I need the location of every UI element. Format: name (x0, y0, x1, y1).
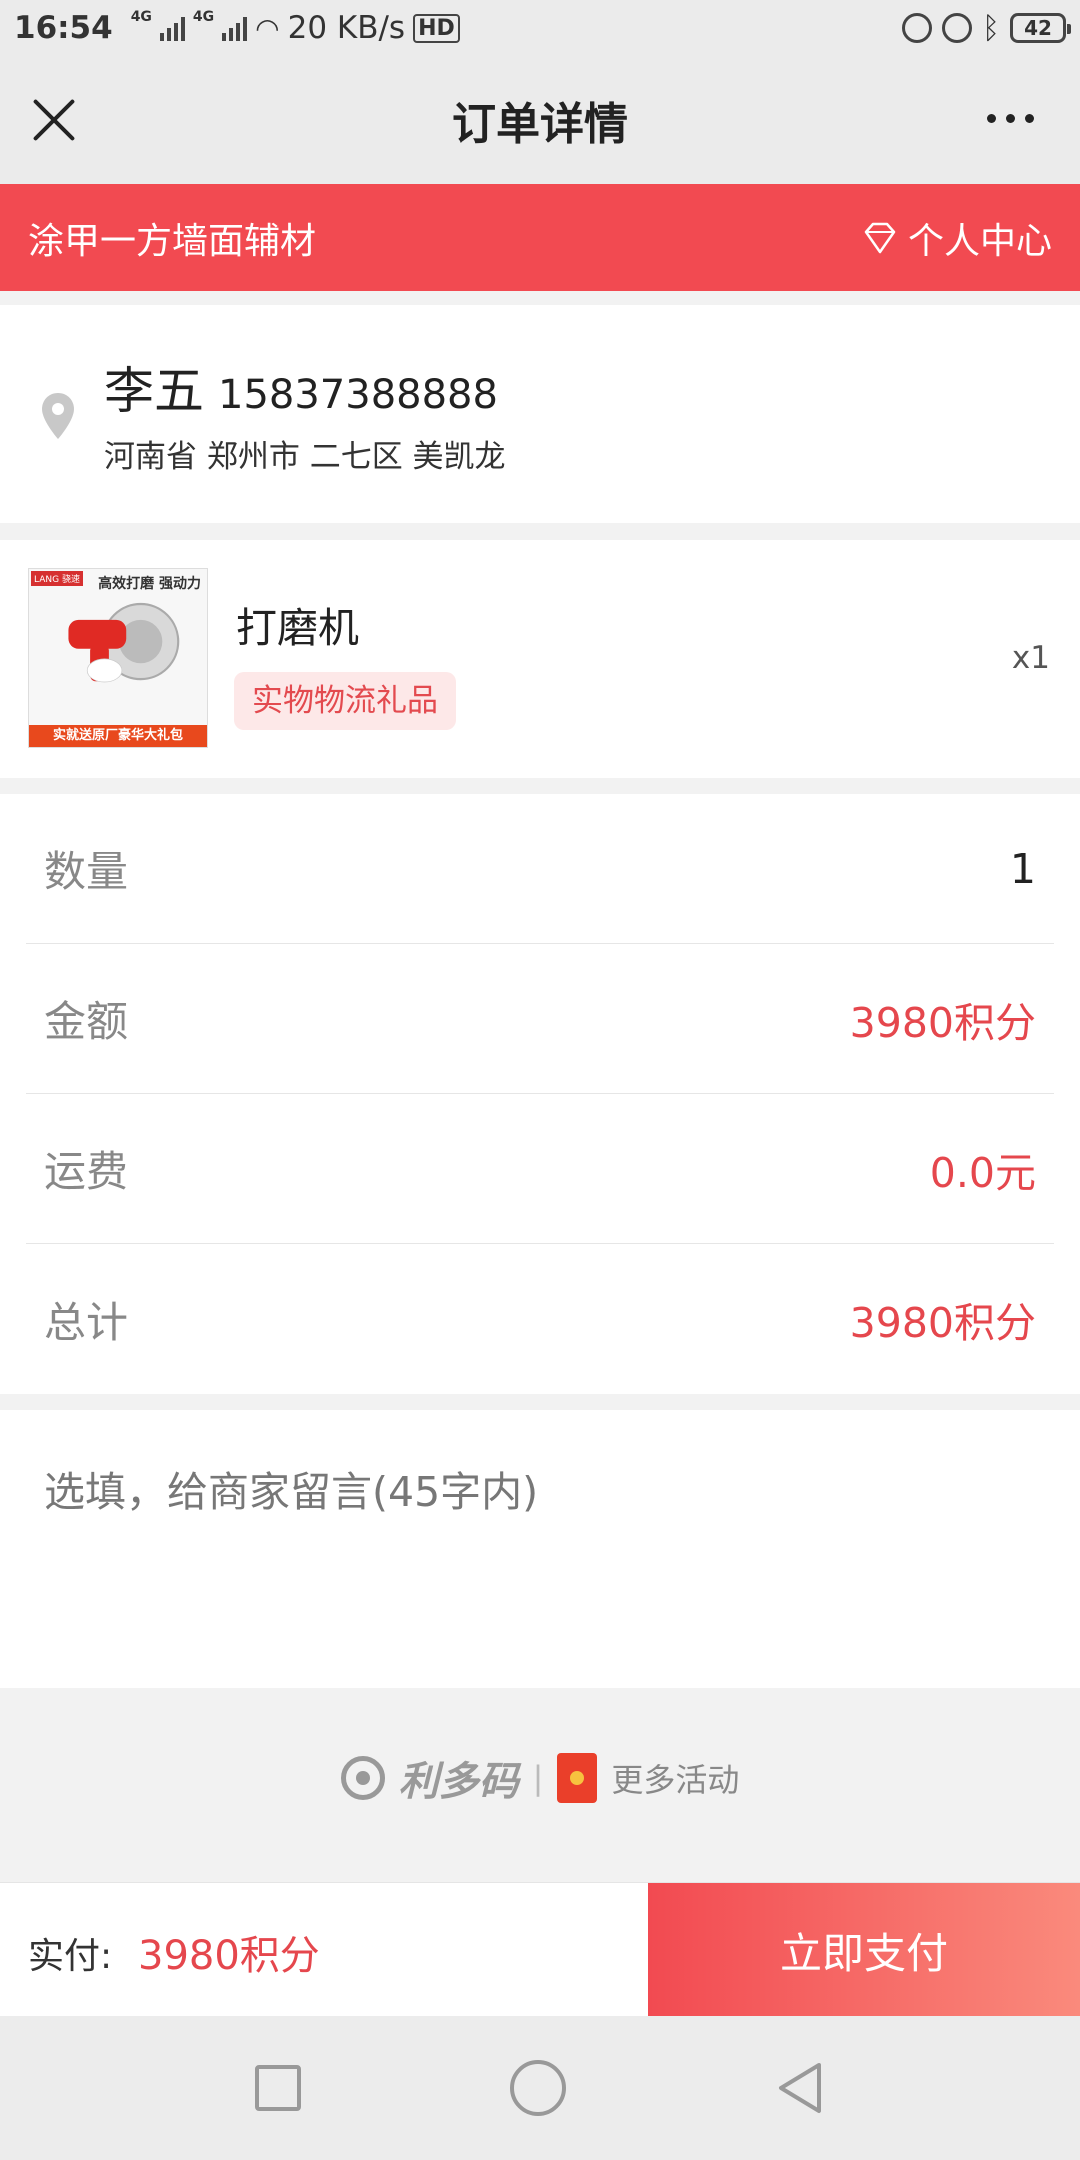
system-nav-bar (0, 2016, 1080, 2160)
remark-section (0, 1410, 1080, 1688)
more-options-icon[interactable] (987, 114, 1034, 123)
personal-center-label: 个人中心 (907, 220, 1052, 262)
brand-separator: | (532, 1759, 544, 1797)
thumb-banner: 实就送原厂豪华大礼包 (29, 725, 207, 747)
product-card[interactable]: LANG 骁速 高效打磨 强动力 实就送原厂豪华大礼包 打磨机 实物物流礼品 x… (0, 540, 1080, 778)
summary-row-amount: 金额 3980积分 (26, 944, 1054, 1094)
location-pin-icon (42, 393, 74, 439)
summary-value: 1 (1009, 844, 1036, 893)
summary-label: 金额 (44, 997, 129, 1046)
cell-signal-icon-2 (222, 15, 248, 41)
address-card[interactable]: 李五 15837388888 河南省 郑州市 二七区 美凯龙 (0, 305, 1080, 523)
red-envelope-icon[interactable] (557, 1753, 598, 1803)
summary-row-total: 总计 3980积分 (26, 1244, 1054, 1394)
signal-type-label: 4G (130, 9, 152, 25)
network-speed: 20 KB/s (287, 10, 406, 46)
diamond-icon (864, 222, 896, 253)
pay-bar: 实付: 3980积分 立即支付 (0, 1882, 1080, 2017)
product-tag: 实物物流礼品 (234, 672, 456, 730)
page-title: 订单详情 (452, 99, 628, 150)
battery-icon: 42 (1010, 13, 1071, 43)
title-bar: 订单详情 (0, 56, 1080, 184)
paid-label: 实付: (28, 1936, 113, 1977)
summary-label: 数量 (44, 847, 129, 896)
more-activities-link[interactable]: 更多活动 (611, 1755, 739, 1801)
paid-amount: 3980积分 (138, 1933, 320, 1979)
alarm-icon (942, 13, 972, 43)
summary-value: 3980积分 (849, 1299, 1036, 1347)
product-quantity: x1 (1011, 640, 1050, 676)
brand-footer: 利多码 | 更多活动 (0, 1750, 1080, 1806)
thumb-caption: 高效打磨 强动力 (98, 576, 201, 592)
product-thumbnail: LANG 骁速 高效打磨 强动力 实就送原厂豪华大礼包 (28, 568, 208, 748)
back-icon[interactable] (775, 2061, 825, 2115)
home-icon[interactable] (509, 2060, 566, 2116)
close-icon[interactable] (30, 96, 78, 144)
bluetooth-icon: ᛒ (982, 10, 1000, 46)
summary-label: 总计 (44, 1297, 129, 1347)
recipient-name: 李五 (104, 362, 204, 420)
shop-bar: 涂甲一方墙面辅材 个人中心 (0, 184, 1080, 291)
summary-row-shipping: 运费 0.0元 (26, 1094, 1054, 1244)
wifi-icon: ◠ (255, 11, 280, 45)
signal-type-label-2: 4G (192, 9, 215, 25)
order-summary: 数量 1 金额 3980积分 运费 0.0元 总计 3980积分 (0, 794, 1080, 1394)
product-name: 打磨机 (236, 604, 359, 652)
merchant-message-input[interactable] (44, 1458, 1044, 1638)
sander-image (68, 602, 180, 683)
summary-value: 0.0元 (929, 1148, 1036, 1197)
summary-label: 运费 (44, 1147, 129, 1196)
summary-row-quantity: 数量 1 (26, 794, 1054, 944)
status-right: ᛒ 42 (902, 10, 1071, 46)
recipient: 李五 15837388888 (104, 351, 498, 423)
summary-value: 3980积分 (849, 998, 1036, 1047)
recipient-phone: 15837388888 (218, 372, 498, 418)
hd-badge: HD (413, 13, 460, 43)
shop-name: 涂甲一方墙面辅材 (28, 220, 317, 262)
status-bar: 16:54 4G 4G ◠ 20 KB/s HD ᛒ 42 (0, 0, 1080, 56)
brand-logo-icon (340, 1756, 385, 1800)
brand-name: 利多码 (398, 1759, 519, 1805)
recent-apps-icon[interactable] (254, 2065, 301, 2111)
status-left: 16:54 4G 4G ◠ 20 KB/s HD (14, 10, 460, 46)
personal-center-link[interactable]: 个人中心 (862, 212, 1052, 264)
cell-signal-icon (159, 15, 185, 41)
lock-rotation-icon (902, 13, 932, 43)
address-text: 河南省 郑州市 二七区 美凯龙 (104, 439, 506, 475)
pay-now-button[interactable]: 立即支付 (648, 1883, 1080, 2017)
status-time: 16:54 (14, 10, 113, 46)
